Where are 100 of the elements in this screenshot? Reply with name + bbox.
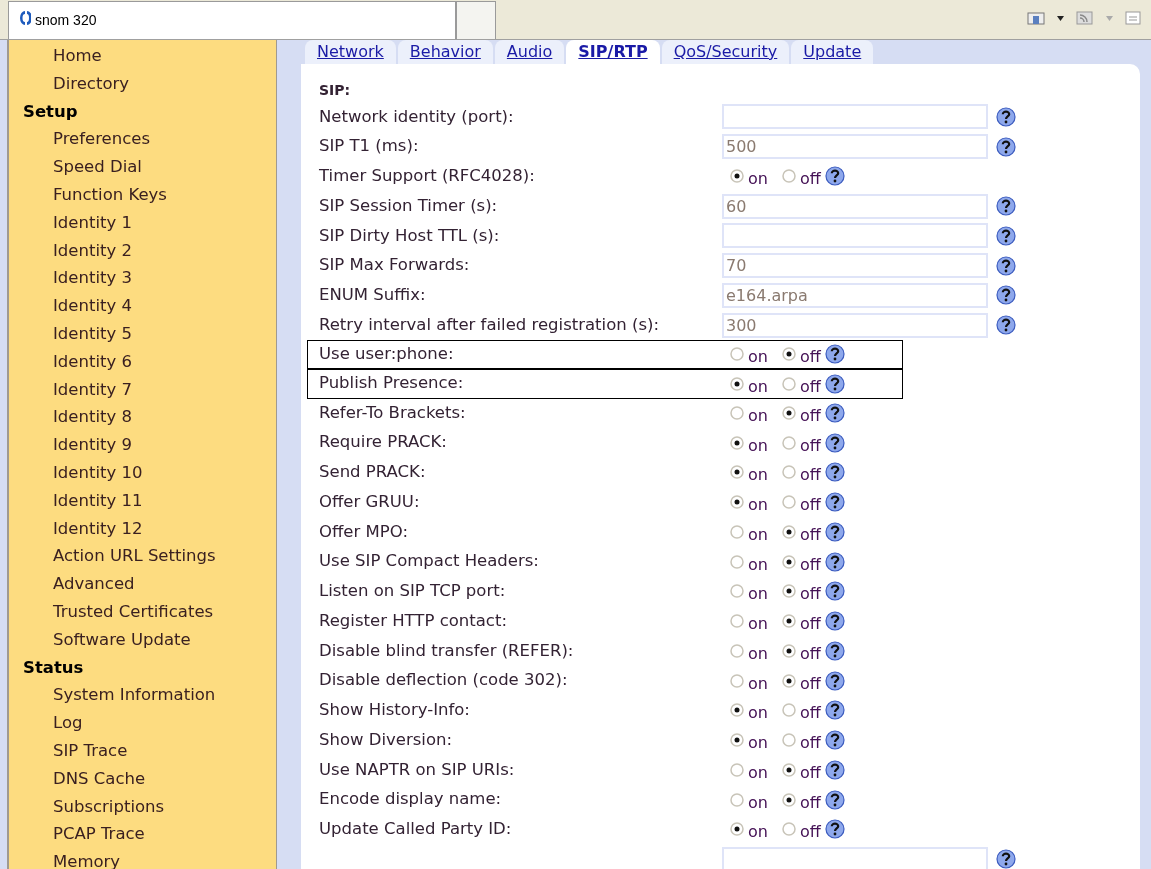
radio-button[interactable]	[781, 822, 796, 837]
input-field[interactable]: e164.arpa	[722, 282, 988, 308]
radio-button[interactable]	[781, 584, 796, 599]
help-icon[interactable]	[996, 285, 1016, 306]
input-field[interactable]	[722, 223, 988, 249]
sidebar-item[interactable]: Identity 5	[9, 319, 276, 348]
input-field[interactable]: 60	[722, 193, 988, 219]
tab[interactable]: Audio	[494, 40, 565, 64]
radio-button[interactable]	[781, 495, 796, 510]
new-tab-button[interactable]	[456, 1, 496, 39]
radio-button[interactable]	[730, 584, 744, 599]
sidebar-item[interactable]: Identity 9	[9, 431, 276, 459]
help-icon[interactable]	[996, 106, 1016, 127]
sidebar-item[interactable]: Identity 7	[9, 375, 276, 404]
input-field[interactable]	[722, 104, 988, 130]
help-icon[interactable]	[824, 402, 845, 423]
help-icon[interactable]	[996, 136, 1016, 157]
input-field[interactable]: 300	[722, 312, 988, 338]
radio-button[interactable]	[781, 673, 796, 688]
sidebar-item[interactable]: Identity 12	[9, 514, 276, 543]
sidebar-item[interactable]: Identity 1	[9, 208, 276, 237]
radio-button[interactable]	[730, 495, 744, 510]
radio-button[interactable]	[781, 792, 796, 807]
sidebar-item[interactable]: DNS Cache	[9, 764, 276, 793]
help-icon[interactable]	[824, 551, 845, 572]
tab[interactable]: Network	[305, 40, 396, 64]
sidebar-item[interactable]: Subscriptions	[9, 792, 276, 821]
radio-button[interactable]	[730, 703, 744, 718]
tab[interactable]: QoS/Security	[661, 40, 790, 64]
help-icon[interactable]	[824, 521, 845, 542]
radio-button[interactable]	[730, 405, 744, 420]
radio-button[interactable]	[781, 435, 796, 450]
radio-button[interactable]	[730, 524, 744, 539]
help-icon[interactable]	[824, 492, 845, 513]
radio-button[interactable]	[730, 554, 744, 569]
help-icon[interactable]	[824, 759, 845, 780]
sidebar-item[interactable]: Function Keys	[9, 181, 276, 209]
help-icon[interactable]	[824, 789, 845, 810]
sidebar-item[interactable]: Directory	[9, 69, 276, 98]
radio-button[interactable]	[730, 169, 744, 184]
radio-button[interactable]	[781, 703, 796, 718]
help-icon[interactable]	[824, 640, 845, 661]
sidebar-item[interactable]: Action URL Settings	[9, 542, 276, 571]
radio-button[interactable]	[730, 376, 744, 391]
sidebar-item[interactable]: Identity 2	[9, 236, 276, 265]
radio-button[interactable]	[730, 435, 744, 450]
radio-button[interactable]	[730, 673, 744, 688]
sidebar-item[interactable]: Log	[9, 709, 276, 737]
help-icon[interactable]	[996, 225, 1016, 246]
sidebar-item[interactable]: Identity 4	[9, 292, 276, 320]
radio-button[interactable]	[781, 524, 796, 539]
browser-tab[interactable]: snom 320	[8, 1, 456, 39]
sidebar-item[interactable]: Advanced	[9, 570, 276, 598]
radio-button[interactable]	[730, 733, 744, 748]
feed-icon[interactable]	[1076, 11, 1094, 25]
radio-button[interactable]	[781, 733, 796, 748]
sidebar-item[interactable]: Preferences	[9, 125, 276, 154]
radio-button[interactable]	[781, 405, 796, 420]
help-icon[interactable]	[824, 462, 845, 483]
input-field[interactable]: 500	[722, 134, 988, 160]
radio-button[interactable]	[730, 614, 744, 629]
sidebar-item[interactable]: Identity 3	[9, 264, 276, 293]
input-field[interactable]: 70	[722, 253, 988, 279]
radio-button[interactable]	[781, 169, 796, 184]
radio-button[interactable]	[781, 614, 796, 629]
help-icon[interactable]	[996, 315, 1016, 336]
help-icon[interactable]	[824, 670, 845, 691]
sidebar-item[interactable]: Identity 11	[9, 486, 276, 515]
help-icon[interactable]	[996, 196, 1016, 217]
tab[interactable]: Update	[791, 40, 874, 64]
help-icon[interactable]	[824, 581, 845, 602]
radio-button[interactable]	[730, 762, 744, 777]
radio-button[interactable]	[730, 347, 744, 362]
radio-button[interactable]	[781, 643, 796, 658]
radio-button[interactable]	[730, 792, 744, 807]
sidebar-item[interactable]: SIP Trace	[9, 736, 276, 765]
sidebar-item[interactable]: Speed Dial	[9, 153, 276, 181]
sidebar-item[interactable]: PCAP Trace	[9, 820, 276, 849]
sidebar-item[interactable]: Identity 8	[9, 403, 276, 432]
caret-icon[interactable]	[1057, 15, 1064, 21]
radio-button[interactable]	[781, 465, 796, 480]
help-icon[interactable]	[824, 611, 845, 632]
help-icon[interactable]	[824, 166, 845, 187]
sidebar-item[interactable]: Identity 10	[9, 458, 276, 487]
help-icon[interactable]	[824, 819, 845, 840]
radio-button[interactable]	[730, 822, 744, 837]
radio-button[interactable]	[730, 465, 744, 480]
help-icon[interactable]	[824, 730, 845, 751]
help-icon[interactable]	[996, 255, 1016, 276]
sidebar-item[interactable]: Home	[9, 42, 276, 70]
radio-button[interactable]	[781, 347, 796, 362]
radio-button[interactable]	[781, 376, 796, 391]
help-icon[interactable]	[996, 849, 1016, 869]
sidebar-item[interactable]: Trusted Certificates	[9, 597, 276, 626]
sidebar-item[interactable]: Software Update	[9, 625, 276, 654]
tab[interactable]: SIP/RTP	[566, 40, 660, 64]
sidebar-item[interactable]: Identity 6	[9, 347, 276, 376]
help-icon[interactable]	[824, 344, 845, 365]
input-field[interactable]	[722, 846, 988, 869]
help-icon[interactable]	[824, 700, 845, 721]
